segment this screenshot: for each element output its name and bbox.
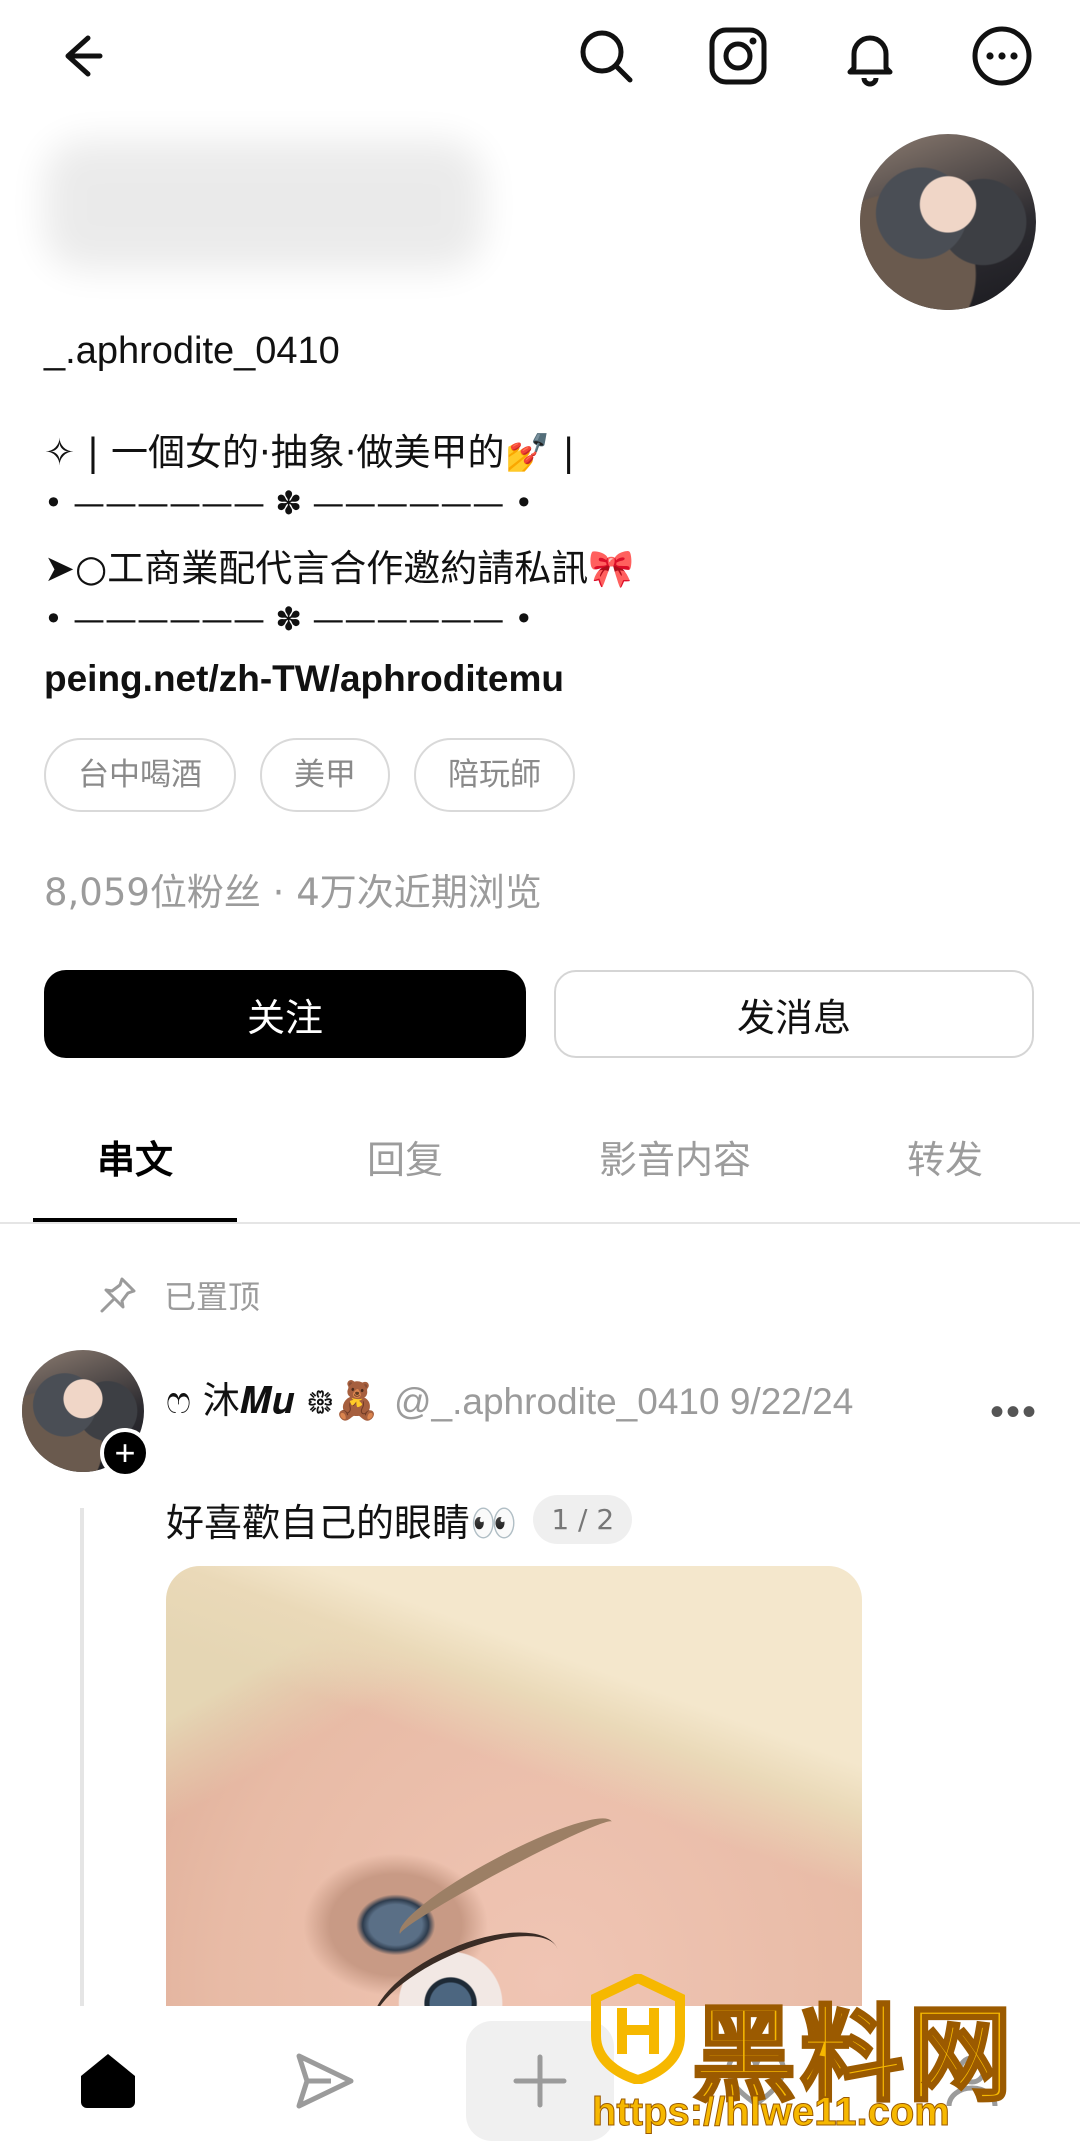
bottom-navigation [0, 2006, 1080, 2156]
post-display-name[interactable]: ෆ 沐𝑴𝒖 ᪥🧸 [166, 1370, 380, 1433]
instagram-button[interactable] [698, 16, 778, 96]
heart-icon [726, 2051, 786, 2108]
tab-replies[interactable]: 回复 [270, 1090, 540, 1222]
nav-profile[interactable] [864, 2006, 1080, 2156]
post-header: ෆ 沐𝑴𝒖 ᪥🧸 @_.aphrodite_0410 9/22/24 [166, 1370, 853, 1433]
send-icon [296, 2053, 354, 2109]
nav-home[interactable] [0, 2006, 216, 2156]
bio-line-2: ➤○工商業配代言合作邀約請私訊🎀 [44, 547, 635, 590]
pin-icon [100, 1277, 136, 1313]
profile-avatar[interactable] [860, 134, 1036, 310]
more-circle-icon [972, 26, 1032, 86]
post-image[interactable] [166, 1566, 862, 2026]
nav-activity[interactable] [648, 2006, 864, 2156]
follow-button[interactable]: 关注 [44, 970, 526, 1058]
message-button[interactable]: 发消息 [554, 970, 1034, 1058]
bio-divider-2: • —————— ✽ —————— • [44, 600, 534, 638]
nav-send[interactable] [216, 2006, 432, 2156]
more-button[interactable] [962, 16, 1042, 96]
pinned-indicator: 已置顶 [96, 1272, 260, 1318]
tab-reposts[interactable]: 转发 [810, 1090, 1080, 1222]
tab-media[interactable]: 影音内容 [540, 1090, 810, 1222]
profile-username: _.aphrodite_0410 [44, 330, 340, 372]
bio-divider-1: • —————— ✽ —————— • [44, 484, 534, 522]
home-icon [81, 2054, 135, 2108]
profile-stats[interactable]: 8,059位粉丝 · 4万次近期浏览 [44, 862, 542, 916]
instagram-icon [709, 27, 767, 85]
nav-create[interactable] [432, 2006, 648, 2156]
search-button[interactable] [566, 16, 646, 96]
back-button[interactable] [44, 16, 124, 96]
pinned-label: 已置顶 [164, 1278, 261, 1316]
post-meta: @_.aphrodite_0410 9/22/24 [393, 1380, 854, 1422]
thread-line [80, 1508, 84, 2008]
tag-chip[interactable]: 美甲 [260, 738, 390, 812]
tag-chip[interactable]: 台中喝酒 [44, 738, 236, 812]
profile-icon [946, 2055, 998, 2107]
tag-chip[interactable]: 陪玩師 [414, 738, 575, 812]
post-more-icon[interactable]: ••• [990, 1390, 1038, 1435]
arrow-left-icon [65, 35, 103, 77]
follow-plus-badge[interactable]: + [100, 1428, 150, 1478]
notifications-button[interactable] [830, 16, 910, 96]
tab-threads[interactable]: 串文 [0, 1090, 270, 1222]
tabs-divider [0, 1222, 1080, 1224]
search-icon [580, 30, 633, 83]
profile-link[interactable]: peing.net/zh-TW/aphroditemu [44, 658, 564, 700]
profile-tabs: 串文 回复 影音内容 转发 [0, 1090, 1080, 1222]
bio-line-1: ✧ | 一個女的·抽象·做美甲的💅 | [44, 431, 575, 474]
bell-icon [847, 35, 893, 87]
post-body: 好喜歡自己的眼睛👀 1 / 2 [166, 1492, 633, 1547]
blurred-display-name [44, 140, 484, 270]
media-page-indicator: 1 / 2 [533, 1495, 633, 1544]
plus-icon [513, 2054, 567, 2108]
post-text: 好喜歡自己的眼睛👀 [166, 1501, 518, 1545]
profile-tags: 台中喝酒 美甲 陪玩師 [44, 738, 575, 812]
